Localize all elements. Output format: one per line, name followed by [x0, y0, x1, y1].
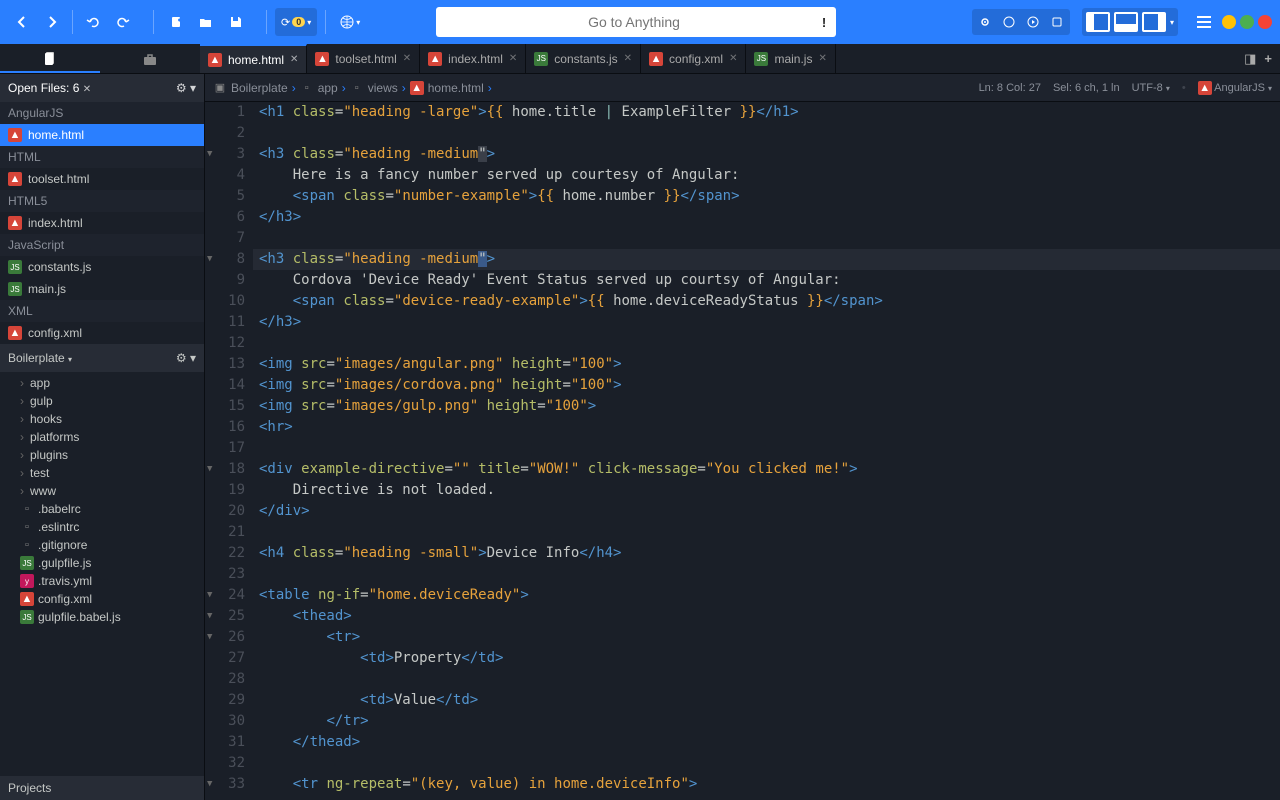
- open-file-config-xml[interactable]: ▲config.xml: [0, 322, 204, 344]
- close-icon[interactable]: ✕: [818, 53, 826, 64]
- redo-button[interactable]: [109, 8, 137, 36]
- sidebar: Open Files: 6 ✕ ⚙ ▾ AngularJS▲home.htmlH…: [0, 74, 205, 800]
- open-file-index-html[interactable]: ▲index.html: [0, 212, 204, 234]
- tab-home-html[interactable]: ▲home.html✕: [200, 44, 307, 73]
- save-button[interactable]: [222, 8, 250, 36]
- right-panel-toggle[interactable]: [1142, 12, 1166, 32]
- gear-icon[interactable]: ⚙ ▾: [176, 81, 196, 95]
- sidebar-tab-tools[interactable]: [100, 44, 200, 73]
- breadcrumb-home-html[interactable]: ▲ home.html ›: [410, 81, 492, 95]
- menu-button[interactable]: [1190, 8, 1218, 36]
- breadcrumb-views[interactable]: ▫ views ›: [350, 81, 406, 95]
- category-javascript: JavaScript: [0, 234, 204, 256]
- open-file-button[interactable]: [192, 8, 220, 36]
- close-icon[interactable]: ✕: [729, 53, 737, 64]
- open-files-header: Open Files: 6 ✕ ⚙ ▾: [0, 74, 204, 102]
- open-file-main-js[interactable]: JSmain.js: [0, 278, 204, 300]
- left-panel-toggle[interactable]: [1086, 12, 1110, 32]
- close-icon[interactable]: ✕: [403, 53, 411, 64]
- tab-main-js[interactable]: JSmain.js✕: [746, 44, 835, 73]
- category-html: HTML: [0, 146, 204, 168]
- maximize-icon[interactable]: [1240, 15, 1254, 29]
- tree-item--gitignore[interactable]: ▫.gitignore: [0, 536, 204, 554]
- tree-item-hooks[interactable]: hooks: [0, 410, 204, 428]
- close-icon[interactable]: ✕: [509, 53, 517, 64]
- undo-button[interactable]: [79, 8, 107, 36]
- tree-item--babelrc[interactable]: ▫.babelrc: [0, 500, 204, 518]
- goto-anything-search[interactable]: !: [436, 7, 836, 37]
- top-toolbar: ⟳0▾ ▾ ! ▾: [0, 0, 1280, 44]
- save-macro-button[interactable]: [1046, 11, 1068, 33]
- category-html5: HTML5: [0, 190, 204, 212]
- tree-item-platforms[interactable]: platforms: [0, 428, 204, 446]
- back-button[interactable]: [8, 8, 36, 36]
- tree-item-www[interactable]: www: [0, 482, 204, 500]
- sidebar-tab-files[interactable]: [0, 44, 100, 73]
- open-file-constants-js[interactable]: JSconstants.js: [0, 256, 204, 278]
- gear-icon[interactable]: ⚙ ▾: [176, 351, 196, 365]
- tree-item-test[interactable]: test: [0, 464, 204, 482]
- category-xml: XML: [0, 300, 204, 322]
- tab-constants-js[interactable]: JSconstants.js✕: [526, 44, 641, 73]
- tab-toolset-html[interactable]: ▲toolset.html✕: [307, 44, 420, 73]
- close-icon[interactable]: ✕: [290, 54, 298, 65]
- cursor-position: Ln: 8 Col: 27: [979, 82, 1041, 94]
- project-header[interactable]: Boilerplate ▾ ⚙ ▾: [0, 344, 204, 372]
- category-angularjs: AngularJS: [0, 102, 204, 124]
- encoding[interactable]: UTF-8 ▾: [1132, 82, 1170, 94]
- warning-icon: !: [822, 15, 826, 30]
- tree-item--travis-yml[interactable]: y.travis.yml: [0, 572, 204, 590]
- tree-item-plugins[interactable]: plugins: [0, 446, 204, 464]
- new-file-button[interactable]: [162, 8, 190, 36]
- tab-index-html[interactable]: ▲index.html✕: [420, 44, 526, 73]
- tab-strip: ▲home.html✕▲toolset.html✕▲index.html✕JSc…: [0, 44, 1280, 74]
- play-button[interactable]: [1022, 11, 1044, 33]
- new-tab-button[interactable]: +: [1264, 51, 1272, 66]
- search-input[interactable]: [446, 14, 822, 30]
- globe-button[interactable]: ▾: [334, 8, 366, 36]
- projects-footer[interactable]: Projects: [0, 776, 204, 800]
- open-file-toolset-html[interactable]: ▲toolset.html: [0, 168, 204, 190]
- sync-button[interactable]: ⟳0▾: [275, 8, 317, 36]
- tree-item-gulpfile-babel-js[interactable]: JSgulpfile.babel.js: [0, 608, 204, 626]
- breadcrumb-boilerplate[interactable]: ▣ Boilerplate ›: [213, 81, 296, 95]
- code-editor[interactable]: 12▼34567▼891011121314151617▼181920212223…: [205, 102, 1280, 800]
- editor-area: ▣ Boilerplate › ▫ app › ▫ views › ▲ home.ht…: [205, 74, 1280, 800]
- record-button[interactable]: [974, 11, 996, 33]
- tree-item-gulp[interactable]: gulp: [0, 392, 204, 410]
- tree-item--gulpfile-js[interactable]: JS.gulpfile.js: [0, 554, 204, 572]
- language-mode[interactable]: ▲ AngularJS ▾: [1198, 81, 1272, 95]
- close-icon[interactable]: ✕: [624, 53, 632, 64]
- close-all-icon[interactable]: ✕: [83, 84, 91, 95]
- split-view-icon[interactable]: ◨: [1244, 51, 1256, 67]
- minimize-icon[interactable]: [1222, 15, 1236, 29]
- tab-config-xml[interactable]: ▲config.xml✕: [641, 44, 746, 73]
- stop-button[interactable]: [998, 11, 1020, 33]
- tree-item--eslintrc[interactable]: ▫.eslintrc: [0, 518, 204, 536]
- selection-info: Sel: 6 ch, 1 ln: [1053, 82, 1120, 94]
- tree-item-app[interactable]: app: [0, 374, 204, 392]
- bottom-panel-toggle[interactable]: [1114, 12, 1138, 32]
- close-icon[interactable]: [1258, 15, 1272, 29]
- breadcrumb-app[interactable]: ▫ app ›: [300, 81, 346, 95]
- forward-button[interactable]: [38, 8, 66, 36]
- tree-item-config-xml[interactable]: ▲config.xml: [0, 590, 204, 608]
- open-file-home-html[interactable]: ▲home.html: [0, 124, 204, 146]
- breadcrumb: ▣ Boilerplate › ▫ app › ▫ views › ▲ home.ht…: [205, 74, 1280, 102]
